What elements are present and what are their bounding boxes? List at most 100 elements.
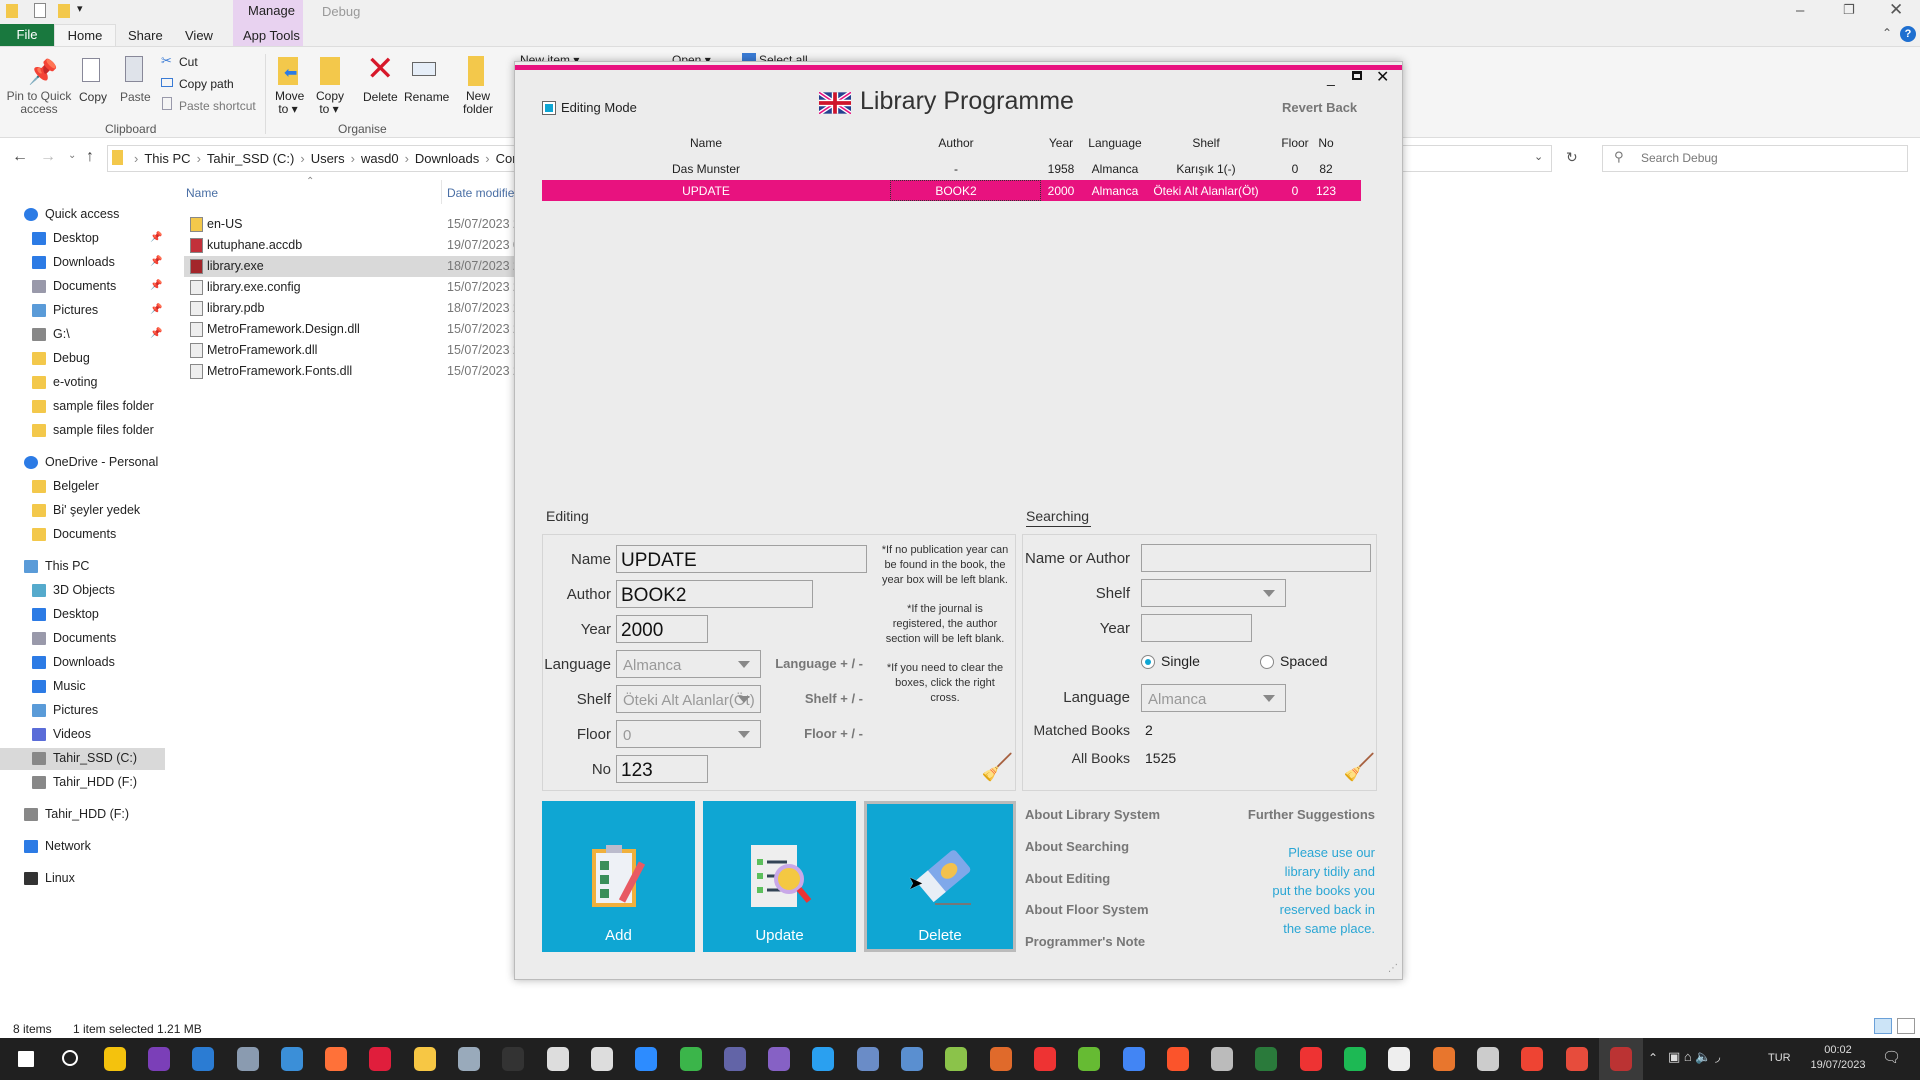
floor-add-remove-link[interactable]: Floor + / - — [745, 726, 863, 741]
name-input[interactable]: UPDATE — [616, 545, 867, 573]
minimize-icon[interactable]: – — [1796, 2, 1804, 19]
move-to-button[interactable]: Move to ▾ — [275, 90, 304, 116]
paste-shortcut-button[interactable]: Paste shortcut — [179, 99, 256, 113]
close-button[interactable]: ✕ — [1376, 67, 1389, 87]
column-header[interactable]: Name — [690, 136, 722, 150]
office-icon[interactable] — [1432, 1047, 1455, 1071]
browser-icon[interactable] — [901, 1047, 923, 1071]
shelf-select[interactable]: Öteki Alt Alanlar(Öt) — [616, 685, 761, 713]
column-header[interactable]: No — [1318, 136, 1333, 150]
floor-select[interactable]: 0 — [616, 720, 761, 748]
large-icons-view-icon[interactable] — [1897, 1018, 1915, 1034]
nav-item[interactable]: Tahir_HDD (F:) — [45, 807, 129, 821]
language-add-remove-link[interactable]: Language + / - — [745, 656, 863, 671]
matlab-icon[interactable] — [989, 1047, 1012, 1071]
search-shelf-select[interactable] — [1141, 579, 1286, 607]
zoom-icon[interactable] — [635, 1047, 658, 1071]
nav-item[interactable]: Downloads — [53, 255, 115, 269]
pin-icon[interactable]: 📌 — [150, 304, 162, 315]
maximize-button[interactable] — [1352, 71, 1362, 80]
programmers-note-link[interactable]: Programmer's Note — [1025, 934, 1145, 949]
tab-home[interactable]: Home — [54, 24, 116, 47]
language-select[interactable]: Almanca — [616, 650, 761, 678]
copy-to-button[interactable]: Copy to ▾ — [316, 90, 344, 116]
library-app-icon[interactable] — [1609, 1047, 1632, 1071]
clock[interactable]: 00:02 19/07/2023 — [1808, 1043, 1868, 1073]
nav-item[interactable]: Documents — [53, 631, 116, 645]
nav-item[interactable]: Network — [45, 839, 91, 853]
further-suggestions-link[interactable]: Further Suggestions — [1215, 807, 1375, 822]
table-cell[interactable]: UPDATE — [682, 184, 730, 198]
nav-item[interactable]: Desktop — [53, 231, 99, 245]
collapse-ribbon-icon[interactable]: ⌃ — [1882, 26, 1892, 40]
column-header-date[interactable]: Date modified — [447, 186, 521, 200]
refresh-icon[interactable]: ↻ — [1566, 149, 1578, 166]
nav-item[interactable]: Desktop — [53, 607, 99, 621]
music-icon[interactable] — [945, 1047, 968, 1071]
tab-share[interactable]: Share — [128, 28, 163, 43]
delete-button[interactable]: Delete — [864, 801, 1016, 952]
tab-file[interactable]: File — [0, 24, 54, 46]
shelf-add-remove-link[interactable]: Shelf + / - — [745, 691, 863, 706]
forward-icon[interactable]: → — [40, 148, 56, 166]
windows-start-icon[interactable] — [18, 1051, 34, 1067]
single-radio[interactable] — [1141, 655, 1155, 669]
spotify-icon[interactable] — [1344, 1047, 1366, 1071]
year-input[interactable]: 2000 — [616, 615, 708, 643]
camtasia-icon[interactable] — [679, 1047, 702, 1071]
revert-back-link[interactable]: Revert Back — [1282, 100, 1357, 115]
breadcrumb-item[interactable]: wasd0 — [361, 151, 399, 166]
vscode-icon[interactable] — [812, 1047, 835, 1071]
tray-icons[interactable]: ▣ ⌂ 🔈 ◞ — [1668, 1049, 1720, 1065]
nav-item[interactable]: Downloads — [53, 655, 115, 669]
nav-item[interactable]: Documents — [53, 279, 116, 293]
copy-path-button[interactable]: Copy path — [179, 77, 234, 91]
cut-button[interactable]: Cut — [179, 55, 198, 69]
breadcrumb-item[interactable]: This PC — [144, 151, 190, 166]
file-name[interactable]: kutuphane.accdb — [207, 238, 302, 252]
about-searching-link[interactable]: About Searching — [1025, 839, 1129, 854]
nav-item[interactable]: Documents — [53, 527, 116, 541]
broom-clear-search-icon[interactable]: 🧹 — [1343, 752, 1375, 783]
file-name[interactable]: MetroFramework.Design.dll — [207, 322, 360, 336]
table-cell[interactable]: 0 — [1292, 184, 1299, 198]
pin-icon[interactable]: 📌 — [150, 280, 162, 291]
nav-item[interactable]: Debug — [53, 351, 90, 365]
nav-item[interactable]: OneDrive - Personal — [45, 455, 158, 469]
about-floor-system-link[interactable]: About Floor System — [1025, 902, 1149, 917]
pin-icon[interactable]: 📌 — [150, 232, 162, 243]
notification-center-icon[interactable]: 🗨 — [1882, 1048, 1901, 1066]
table-cell[interactable]: Karışık 1(-) — [1176, 162, 1235, 176]
about-editing-link[interactable]: About Editing — [1025, 871, 1110, 886]
table-cell[interactable]: BOOK2 — [935, 184, 976, 198]
nav-item[interactable]: e-voting — [53, 375, 97, 389]
file-name[interactable]: library.exe.config — [207, 280, 301, 294]
update-button[interactable]: Update — [703, 801, 856, 952]
nav-item[interactable]: Pictures — [53, 703, 98, 717]
nav-item[interactable]: Videos — [53, 727, 91, 741]
help-icon[interactable]: ? — [1900, 26, 1916, 42]
breadcrumb-item[interactable]: Tahir_SSD (C:) — [207, 151, 294, 166]
table-cell[interactable]: 1958 — [1048, 162, 1075, 176]
column-header[interactable]: Shelf — [1192, 136, 1219, 150]
column-header[interactable]: Author — [938, 136, 973, 150]
acrobat-icon[interactable] — [369, 1047, 392, 1071]
search-year-input[interactable] — [1141, 614, 1252, 642]
name-or-author-input[interactable] — [1141, 544, 1371, 572]
app2-icon[interactable] — [1078, 1047, 1101, 1071]
details-view-icon[interactable] — [1874, 1018, 1892, 1034]
table-cell[interactable]: Öteki Alt Alanlar(Öt) — [1153, 184, 1258, 198]
nav-item[interactable]: sample files folder — [53, 423, 154, 437]
add-button[interactable]: Add — [542, 801, 695, 952]
address-dropdown-icon[interactable]: ⌄ — [1534, 150, 1543, 163]
app5-icon[interactable] — [1565, 1047, 1588, 1071]
pin-icon[interactable]: 📌 — [150, 256, 162, 267]
table-cell[interactable]: Almanca — [1092, 162, 1139, 176]
app3-icon[interactable] — [1299, 1047, 1322, 1071]
about-library-system-link[interactable]: About Library System — [1025, 807, 1160, 822]
column-header[interactable]: Language — [1088, 136, 1141, 150]
file-name[interactable]: MetroFramework.Fonts.dll — [207, 364, 352, 378]
search-language-select[interactable]: Almanca — [1141, 684, 1286, 712]
back-icon[interactable]: ← — [12, 148, 28, 166]
table-cell[interactable]: 123 — [1316, 184, 1336, 198]
